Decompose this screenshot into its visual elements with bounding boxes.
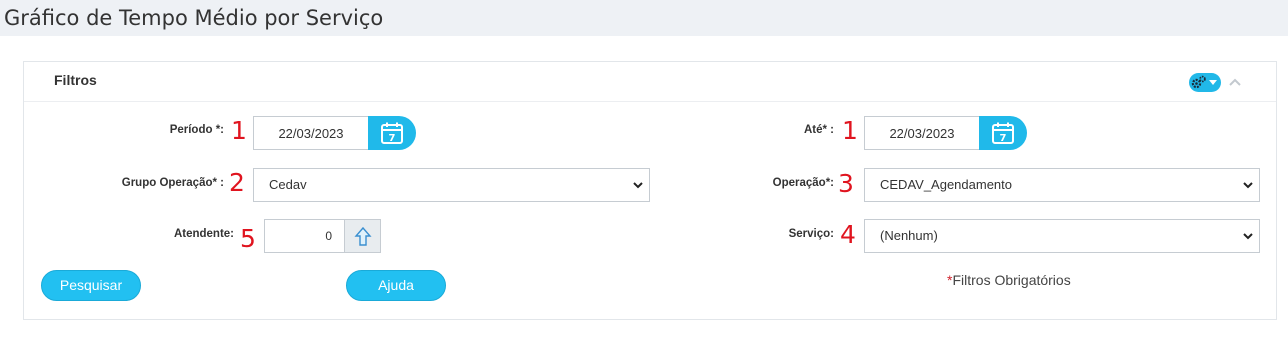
help-button[interactable]: Ajuda	[346, 270, 446, 301]
marker-number: 3	[838, 169, 854, 198]
ate-label: Até* :	[803, 124, 834, 136]
atendente-input[interactable]	[264, 219, 345, 253]
atendente-lookup-button[interactable]	[344, 219, 381, 253]
grupo-operacao-selected: Cedav	[269, 177, 307, 192]
ate-date-input[interactable]	[864, 116, 979, 150]
servico-select[interactable]: (Nenhum)	[864, 219, 1260, 253]
gears-icon	[1191, 75, 1206, 89]
calendar-icon: 7	[381, 122, 403, 144]
operacao-label: Operação*:	[772, 177, 834, 189]
atendente-label: Atendente:	[173, 228, 234, 240]
marker-number: 5	[240, 224, 256, 253]
svg-text:7: 7	[1000, 133, 1007, 144]
chevron-up-icon[interactable]	[1228, 76, 1242, 88]
chevron-down-icon	[1243, 233, 1253, 240]
ate-calendar-button[interactable]: 7	[979, 116, 1027, 150]
periodo-label: Período *:	[169, 124, 224, 136]
marker-number: 2	[229, 168, 245, 197]
chevron-down-icon	[1209, 80, 1217, 85]
required-filters-note: *Filtros Obrigatórios	[947, 272, 1071, 288]
marker-number: 4	[840, 220, 856, 249]
periodo-date-input[interactable]	[253, 116, 368, 150]
grupo-operacao-select[interactable]: Cedav	[253, 168, 650, 202]
panel-heading: Filtros	[24, 62, 1276, 102]
operacao-selected: CEDAV_Agendamento	[880, 177, 1013, 192]
marker-number: 1	[842, 116, 858, 145]
arrow-up-icon	[354, 226, 372, 246]
marker-number: 1	[231, 116, 247, 145]
svg-text:7: 7	[389, 133, 396, 144]
page-header: Gráfico de Tempo Médio por Serviço	[0, 0, 1288, 36]
ate-date-group: 7	[864, 116, 1027, 150]
chevron-down-icon	[1243, 182, 1253, 189]
panel-title: Filtros	[54, 72, 97, 88]
chevron-down-icon	[633, 182, 643, 189]
page-title: Gráfico de Tempo Médio por Serviço	[4, 6, 384, 30]
servico-selected: (Nenhum)	[880, 228, 938, 243]
servico-label: Serviço:	[788, 228, 834, 240]
operacao-select[interactable]: CEDAV_Agendamento	[864, 168, 1260, 202]
calendar-icon: 7	[992, 122, 1014, 144]
grupo-operacao-label: Grupo Operação* :	[121, 177, 224, 189]
search-button[interactable]: Pesquisar	[41, 270, 141, 301]
periodo-calendar-button[interactable]: 7	[368, 116, 416, 150]
panel-tools-button[interactable]	[1189, 73, 1221, 92]
required-note-text: Filtros Obrigatórios	[952, 272, 1071, 288]
periodo-date-group: 7	[253, 116, 416, 150]
